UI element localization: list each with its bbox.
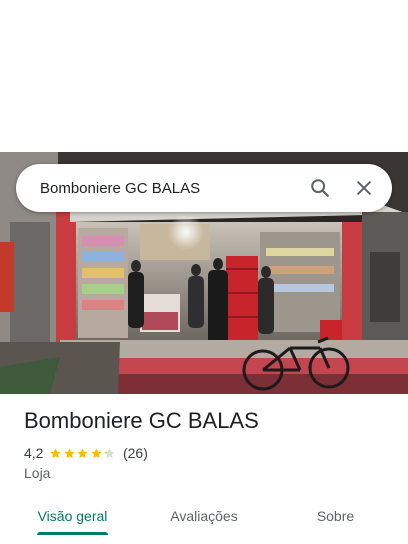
search-button[interactable] bbox=[298, 164, 342, 212]
place-tabs: Visão geral Avaliações Sobre bbox=[0, 496, 408, 536]
rating-value: 4,2 bbox=[24, 445, 44, 461]
star-icon bbox=[77, 447, 89, 458]
star-icon bbox=[104, 447, 116, 458]
close-icon bbox=[357, 181, 371, 195]
clear-search-button[interactable] bbox=[342, 164, 386, 212]
star-icon bbox=[64, 447, 75, 458]
tab-reviews[interactable]: Avaliações bbox=[145, 496, 263, 536]
tab-about[interactable]: Sobre bbox=[263, 496, 408, 536]
search-bar[interactable]: Bomboniere GC BALAS bbox=[16, 164, 392, 212]
place-title: Bomboniere GC BALAS bbox=[24, 408, 259, 433]
active-tab-indicator bbox=[37, 532, 108, 535]
tab-reviews-label: Avaliações bbox=[170, 508, 238, 524]
tab-overview[interactable]: Visão geral bbox=[0, 496, 145, 536]
star-icon bbox=[50, 447, 62, 458]
search-icon bbox=[311, 179, 329, 197]
tab-overview-label: Visão geral bbox=[37, 508, 108, 524]
tab-about-label: Sobre bbox=[316, 508, 355, 524]
star-icon bbox=[91, 447, 102, 458]
place-category: Loja bbox=[24, 465, 51, 481]
review-count[interactable]: (26) bbox=[123, 445, 148, 461]
star-rating bbox=[49, 447, 117, 460]
map-area-blank bbox=[0, 0, 408, 152]
rating-row[interactable]: 4,2 (26) bbox=[24, 444, 148, 462]
search-input[interactable]: Bomboniere GC BALAS bbox=[40, 180, 298, 197]
